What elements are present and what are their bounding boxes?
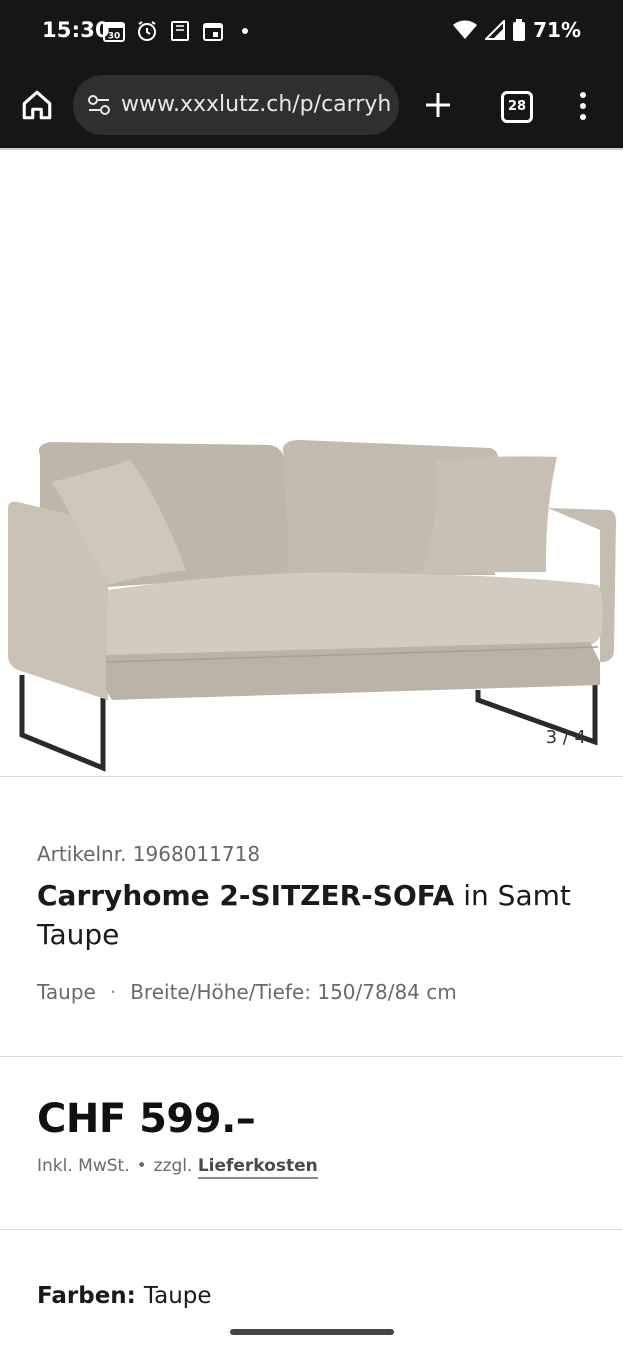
browser-toolbar: www.xxxlutz.ch/p/carryh 28	[0, 64, 623, 148]
calendar-day-text: 30	[108, 32, 121, 42]
sofa-image	[8, 440, 616, 772]
image-counter: 3 / 4	[545, 727, 586, 748]
shipping-costs-link[interactable]: Lieferkosten	[197, 1156, 318, 1179]
tax-shipping-note: Inkl. MwSt. • zzgl. Lieferkosten	[37, 1156, 318, 1179]
price: CHF 599.–	[37, 1096, 256, 1142]
divider	[0, 776, 623, 777]
separator-dot: •	[136, 1156, 147, 1176]
more-menu-icon[interactable]	[578, 91, 588, 121]
wifi-icon	[453, 20, 478, 39]
new-tab-icon[interactable]	[423, 90, 453, 120]
calendar-date-icon: 30	[103, 22, 125, 42]
tab-switcher-button[interactable]: 28	[501, 91, 533, 123]
product-title-bold: Carryhome 2-SITZER-SOFA	[37, 879, 455, 912]
separator-dot: ·	[109, 980, 117, 1004]
address-bar[interactable]: www.xxxlutz.ch/p/carryh	[73, 75, 399, 135]
status-time: 15:30	[42, 18, 110, 42]
product-gallery[interactable]: 3 / 4	[0, 150, 623, 776]
product-color: Taupe	[37, 980, 96, 1004]
colors-value: Taupe	[143, 1283, 212, 1309]
site-settings-icon[interactable]	[87, 94, 111, 116]
url-text: www.xxxlutz.ch/p/carryh	[121, 92, 391, 117]
status-bar: 15:30 30 71%	[0, 0, 623, 64]
home-icon[interactable]	[20, 88, 54, 122]
colors-row: Farben: Taupe	[37, 1283, 212, 1309]
signal-icon	[485, 20, 506, 40]
article-number: Artikelnr. 1968011718	[37, 842, 261, 866]
alarm-icon	[138, 21, 156, 41]
battery-icon	[513, 19, 526, 41]
product-meta: Taupe · Breite/Höhe/Tiefe: 150/78/84 cm	[37, 980, 457, 1004]
screenshot-icon	[171, 21, 189, 41]
product-dimensions: Breite/Höhe/Tiefe: 150/78/84 cm	[130, 980, 457, 1004]
gesture-home-bar[interactable]	[230, 1329, 394, 1335]
shipping-prefix: zzgl.	[153, 1156, 193, 1176]
notification-dot	[242, 28, 248, 34]
divider	[0, 1056, 623, 1057]
colors-label: Farben:	[37, 1283, 136, 1309]
divider	[0, 1229, 623, 1230]
battery-percent: 71%	[533, 18, 581, 42]
calendar-event-icon	[203, 23, 223, 41]
tax-note: Inkl. MwSt.	[37, 1156, 130, 1176]
product-title: Carryhome 2-SITZER-SOFA in Samt Taupe	[37, 876, 597, 954]
